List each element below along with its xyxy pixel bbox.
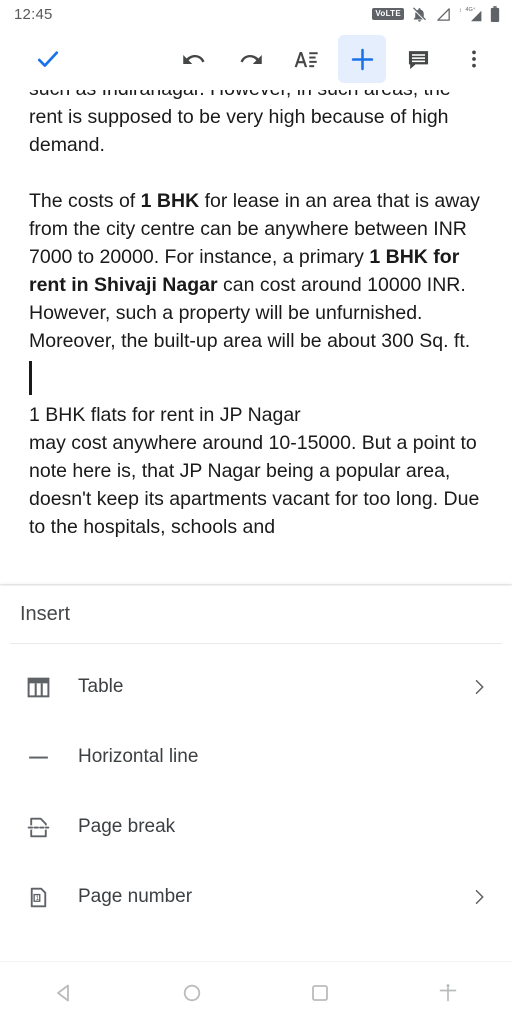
back-triangle-icon bbox=[57, 984, 69, 1002]
notifications-muted-icon bbox=[412, 6, 427, 22]
svg-text:4G⁺: 4G⁺ bbox=[465, 6, 475, 13]
text-cursor-line[interactable] bbox=[29, 355, 483, 401]
signal-triangle-icon bbox=[437, 7, 450, 21]
comment-icon bbox=[408, 50, 428, 69]
accessibility-person-icon bbox=[439, 984, 457, 1002]
insert-plus-button[interactable] bbox=[338, 35, 386, 83]
table-icon bbox=[20, 675, 56, 700]
nav-home-button[interactable] bbox=[128, 981, 256, 1005]
p2-bold-1bhk: 1 BHK bbox=[140, 190, 200, 212]
document-clipped-line: such as Indiranagar. However, in such ar… bbox=[29, 90, 483, 103]
editor-toolbar bbox=[0, 28, 512, 90]
status-bar: 12:45 VoLTE ↕ 4G⁺ bbox=[0, 0, 512, 28]
insert-menu-item-table[interactable]: Table bbox=[0, 652, 512, 722]
android-navigation-bar bbox=[0, 961, 512, 1024]
insert-menu-label-table: Table bbox=[78, 676, 124, 697]
insert-menu-item-page-number[interactable]: 1 Page number bbox=[0, 862, 512, 932]
document-canvas[interactable]: such as Indiranagar. However, in such ar… bbox=[0, 90, 512, 585]
nav-back-button[interactable] bbox=[0, 981, 128, 1005]
document-paragraph-3-line1: 1 BHK flats for rent in JP Nagar bbox=[29, 404, 301, 426]
insert-sheet-title: Insert bbox=[20, 603, 71, 625]
mobile-data-4g-plus-icon: ↕ 4G⁺ bbox=[459, 6, 482, 22]
horizontal-line-icon bbox=[20, 745, 56, 770]
check-icon bbox=[37, 51, 59, 67]
nav-recents-button[interactable] bbox=[256, 981, 384, 1005]
done-check-button[interactable] bbox=[24, 35, 72, 83]
p2-text-a: The costs of bbox=[29, 190, 141, 212]
more-options-button[interactable] bbox=[450, 35, 498, 83]
toolbar-left-group bbox=[0, 35, 120, 83]
insert-menu-item-page-break[interactable]: Page break bbox=[0, 792, 512, 862]
plus-icon bbox=[351, 48, 373, 70]
insert-menu-item-horizontal-line[interactable]: Horizontal line bbox=[0, 722, 512, 792]
app-screen: 12:45 VoLTE ↕ 4G⁺ rent is supposed to be… bbox=[0, 0, 512, 1024]
insert-menu-label-horizontal-line: Horizontal line bbox=[78, 746, 199, 767]
nav-accessibility-button[interactable] bbox=[384, 981, 512, 1005]
svg-text:↕: ↕ bbox=[459, 8, 462, 14]
document-body: such as Indiranagar. However, in such ar… bbox=[0, 90, 512, 541]
more-vertical-icon bbox=[472, 50, 476, 68]
status-icon-group: VoLTE ↕ 4G⁺ bbox=[372, 5, 500, 23]
chevron-right-icon-2 bbox=[468, 887, 490, 907]
page-break-icon bbox=[20, 815, 56, 840]
svg-text:1: 1 bbox=[35, 895, 39, 902]
insert-menu-list: Table Horizontal line Page break 1 Page … bbox=[0, 644, 512, 932]
insert-menu-label-page-number: Page number bbox=[78, 886, 193, 907]
format-text-icon bbox=[294, 52, 318, 68]
text-caret bbox=[29, 361, 32, 395]
comment-button[interactable] bbox=[394, 35, 442, 83]
document-paragraph-1: rent is supposed to be very high because… bbox=[29, 106, 449, 156]
format-text-button[interactable] bbox=[282, 35, 330, 83]
page-number-icon: 1 bbox=[20, 885, 56, 910]
document-paragraph-2: The costs of 1 BHK for lease in an area … bbox=[29, 187, 483, 355]
undo-button[interactable] bbox=[170, 35, 218, 83]
insert-menu-label-page-break: Page break bbox=[78, 816, 176, 837]
redo-icon bbox=[239, 54, 262, 64]
document-paragraph-3-line2: may cost anywhere around 10-15000. But a… bbox=[29, 432, 480, 538]
volte-icon: VoLTE bbox=[372, 8, 404, 20]
recents-square-icon bbox=[312, 985, 328, 1001]
undo-icon bbox=[182, 54, 205, 64]
home-circle-icon bbox=[183, 984, 201, 1002]
status-time: 12:45 bbox=[14, 5, 53, 23]
chevron-right-icon bbox=[468, 677, 490, 697]
insert-bottom-sheet: Insert Table Horizontal line Page break … bbox=[0, 586, 512, 961]
battery-icon bbox=[490, 5, 500, 22]
toolbar-right-group bbox=[120, 35, 512, 83]
redo-button[interactable] bbox=[226, 35, 274, 83]
